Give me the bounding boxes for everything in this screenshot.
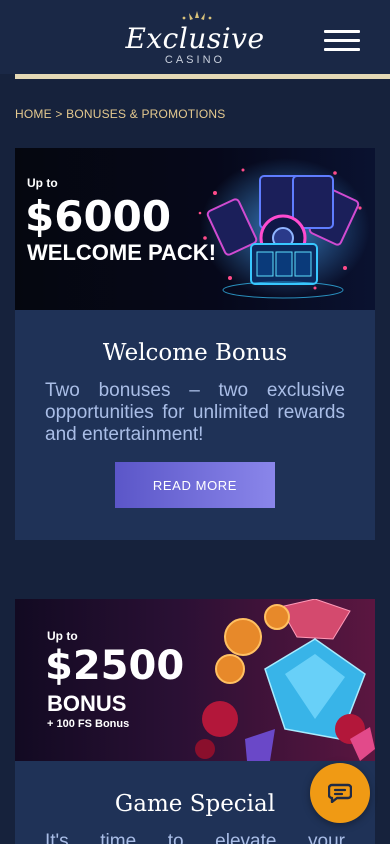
banner-amount: $6000 [25, 192, 172, 241]
bonus-banner[interactable]: Up to $2500 BONUS + 100 FS Bonus [15, 599, 375, 761]
breadcrumb-separator: > [55, 107, 63, 121]
card-body: Welcome Bonus Two bonuses – two exclusiv… [15, 310, 375, 540]
banner-extra: + 100 FS Bonus [47, 718, 130, 730]
card-title: Welcome Bonus [102, 340, 288, 366]
site-header: Exclusive CASINO [0, 0, 390, 74]
banner-up-to: Up to [27, 176, 58, 190]
banner-subline: WELCOME PACK! [27, 240, 217, 265]
welcome-pack-banner[interactable]: Up to $6000 WELCOME PACK! [15, 148, 375, 310]
hamburger-menu-icon[interactable] [322, 26, 362, 54]
header-divider [15, 74, 390, 79]
logo-wordmark: Exclusive [125, 22, 265, 55]
breadcrumb: HOME > BONUSES & PROMOTIONS [15, 107, 225, 121]
chat-icon [328, 783, 352, 803]
card-description: It's time to elevate your [45, 831, 345, 844]
banner-subline: BONUS [47, 691, 127, 716]
breadcrumb-home-link[interactable]: HOME [15, 107, 52, 121]
casino-logo[interactable]: Exclusive CASINO [120, 8, 270, 70]
breadcrumb-current: BONUSES & PROMOTIONS [66, 107, 226, 121]
read-more-button[interactable]: READ MORE [115, 462, 275, 508]
promo-card-welcome: Up to $6000 WELCOME PACK! Welcome Bonus … [15, 148, 375, 540]
banner-amount: $2500 [45, 643, 185, 689]
logo-subtitle: CASINO [164, 54, 226, 66]
chat-button[interactable] [310, 763, 370, 823]
card-description: Two bonuses – two exclusive opportunitie… [45, 380, 345, 445]
banner-up-to: Up to [47, 629, 78, 643]
